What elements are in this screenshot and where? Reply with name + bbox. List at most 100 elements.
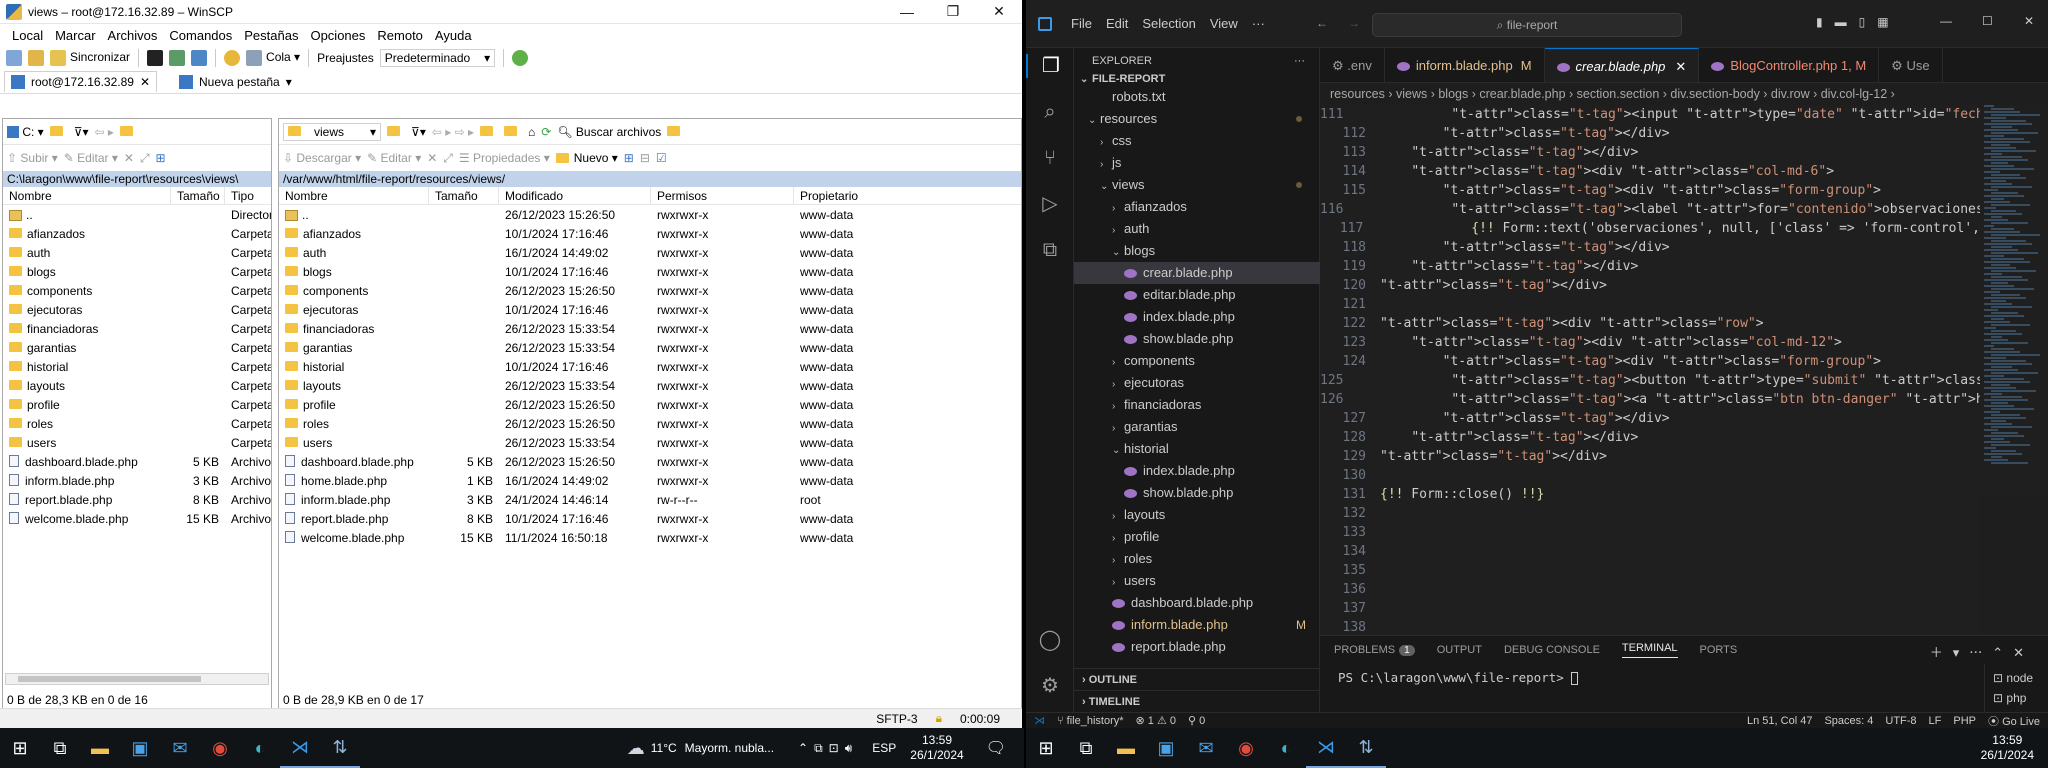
settings-gear-icon[interactable] [224, 50, 241, 66]
collapse-icon[interactable]: ⊟ [640, 151, 650, 165]
col-size[interactable]: Tamaño [171, 186, 225, 205]
table-row[interactable]: ejecutoras 10/1/2024 17:16:46 rwxrwxr-x www… [279, 300, 1021, 319]
winscp-taskbar-icon[interactable]: ⇅ [320, 728, 360, 768]
table-row[interactable]: layouts 26/12/2023 15:33:54 rwxrwxr-x www-d… [279, 376, 1021, 395]
table-row[interactable]: garantias Carpeta [3, 338, 271, 357]
account-icon[interactable]: ◯ [1038, 628, 1062, 652]
back-icon[interactable]: ⇦ ▸ [95, 125, 114, 139]
clock[interactable]: 13:59 26/1/2024 [910, 733, 963, 763]
home-icon[interactable]: ⌂ [528, 125, 535, 139]
remote-indicator-icon[interactable]: ⋊ [1034, 714, 1045, 727]
table-row[interactable]: users 26/12/2023 15:33:54 rwxrwxr-x www-dat… [279, 433, 1021, 452]
table-row[interactable]: blogs 10/1/2024 17:16:46 rwxrwxr-x www-data [279, 262, 1021, 281]
menu-item[interactable]: Opciones [304, 28, 371, 43]
tree-file[interactable]: index.blade.php [1074, 460, 1320, 482]
tree-file[interactable]: dashboard.blade.php [1074, 592, 1320, 614]
tree-folder[interactable]: robots.txt [1074, 86, 1320, 108]
table-row[interactable]: auth 16/1/2024 14:49:02 rwxrwxr-x www-data [279, 243, 1021, 262]
terminal[interactable]: PS C:\laragon\www\file-report> [1320, 664, 2048, 685]
download-button[interactable]: ⇩ Descargar ▾ [283, 151, 361, 165]
clock[interactable]: 13:59 26/1/2024 [1981, 733, 2034, 763]
table-row[interactable]: dashboard.blade.php 5 KB 26/12/2023 15:26:… [279, 452, 1021, 471]
table-row[interactable]: report.blade.php 8 KB Archivo [3, 490, 271, 509]
remote-folder-select[interactable]: views ▾ [283, 122, 382, 141]
table-row[interactable]: inform.blade.php 3 KB 24/1/2024 14:46:14 rw… [279, 490, 1021, 509]
remote-edit-button[interactable]: ✎ Editar ▾ [367, 151, 421, 165]
remote-path[interactable]: /var/www/html/file-report/resources/view… [279, 171, 1021, 187]
sync-button[interactable]: Sincronizar [50, 50, 130, 66]
edge-icon[interactable]: ◐ [1266, 728, 1306, 768]
editor-tab[interactable]: ⚙ Use [1879, 48, 1943, 82]
table-row[interactable]: .. Directori [3, 205, 271, 224]
more-actions-icon[interactable]: ··· [1294, 55, 1305, 67]
tree-file[interactable]: inform.blade.php M [1074, 614, 1320, 636]
editor-tab[interactable]: ⚙ .env [1320, 48, 1385, 82]
table-row[interactable]: blogs Carpeta [3, 262, 271, 281]
parent-dir-icon[interactable] [480, 125, 494, 136]
new-icon[interactable]: ⊞ [156, 151, 166, 165]
table-row[interactable]: layouts Carpeta [3, 376, 271, 395]
maximize-button[interactable]: ☐ [1982, 14, 1993, 28]
preset-select[interactable]: Predeterminado ▾ [379, 49, 496, 67]
close-tab-icon[interactable]: ✕ [140, 75, 150, 89]
find-files-button[interactable]: 🔍︎ Buscar archivos [557, 125, 661, 139]
encoding[interactable]: UTF-8 [1885, 715, 1916, 727]
local-path[interactable]: C:\laragon\www\file-report\resources\vie… [3, 171, 271, 187]
tree-folder[interactable]: ⌄ resources [1074, 108, 1320, 130]
table-row[interactable]: profile 26/12/2023 15:26:50 rwxrwxr-x www-d… [279, 395, 1021, 414]
code-editor[interactable]: 111 "t-attr">class="t-tag"><input "t-att… [1320, 105, 1980, 635]
breadcrumb[interactable]: resources › views › blogs › crear.blade.… [1320, 83, 2048, 105]
table-row[interactable]: welcome.blade.php 15 KB 11/1/2024 16:50:18… [279, 528, 1021, 547]
search-icon[interactable]: ⌕ [1038, 100, 1062, 124]
menu-item[interactable]: Archivos [102, 28, 164, 43]
store-icon[interactable]: ▣ [120, 728, 160, 768]
tab-session[interactable]: root@172.16.32.89 ✕ [4, 71, 157, 92]
table-row[interactable]: roles 26/12/2023 15:26:50 rwxrwxr-x www-dat… [279, 414, 1021, 433]
vscode-taskbar-icon[interactable]: ⋊ [1306, 728, 1346, 768]
tree-folder[interactable]: › users [1074, 570, 1320, 592]
table-row[interactable]: financiadoras Carpeta [3, 319, 271, 338]
tree-file[interactable]: show.blade.php [1074, 328, 1320, 350]
refresh-icon[interactable]: ⟳ [541, 125, 551, 139]
table-row[interactable]: .. 26/12/2023 15:26:50 rwxrwxr-x www-data [279, 205, 1021, 224]
chrome-icon[interactable]: ◉ [1226, 728, 1266, 768]
outline-section[interactable]: › OUTLINE [1074, 668, 1320, 690]
table-row[interactable]: inform.blade.php 3 KB Archivo [3, 471, 271, 490]
upload-button[interactable]: ⇧ Subir ▾ [7, 151, 58, 165]
menu-item[interactable]: View [1203, 16, 1245, 31]
menu-item[interactable]: Edit [1099, 16, 1135, 31]
tab-new[interactable]: Nueva pestaña ▾ [173, 72, 298, 92]
source-control-icon[interactable]: ⑂ [1038, 146, 1062, 170]
menu-item[interactable]: Local [6, 28, 49, 43]
indentation[interactable]: Spaces: 4 [1824, 715, 1873, 727]
local-icon[interactable] [6, 50, 22, 66]
tree-folder[interactable]: › js [1074, 152, 1320, 174]
forward-arrow-icon[interactable]: → [1348, 16, 1360, 30]
sync-browse-icon[interactable] [667, 125, 681, 136]
minimap[interactable] [1980, 105, 2048, 495]
table-row[interactable]: auth Carpeta [3, 243, 271, 262]
tree-folder[interactable]: ⌄ historial [1074, 438, 1320, 460]
close-button[interactable]: ✕ [2024, 14, 2034, 28]
local-drive-select[interactable]: C: ▾ [7, 125, 44, 139]
table-row[interactable]: afianzados 10/1/2024 17:16:46 rwxrwxr-x www… [279, 224, 1021, 243]
tree-file[interactable]: report.blade.php [1074, 636, 1320, 658]
table-row[interactable]: historial Carpeta [3, 357, 271, 376]
table-row[interactable]: report.blade.php 8 KB 10/1/2024 17:16:46 rw… [279, 509, 1021, 528]
mail-icon[interactable]: ✉ [160, 728, 200, 768]
panel-tab[interactable]: PORTS [1700, 644, 1738, 656]
settings-gear-icon[interactable]: ⚙ [1038, 674, 1062, 698]
tree-folder[interactable]: › garantias [1074, 416, 1320, 438]
transfer-settings-icon[interactable] [512, 50, 529, 66]
editor-tab[interactable]: crear.blade.php ✕ [1544, 48, 1700, 82]
tree-folder[interactable]: › financiadoras [1074, 394, 1320, 416]
col-permissions[interactable]: Permisos [651, 186, 794, 205]
go-live-button[interactable]: ⦿ Go Live [1988, 713, 2048, 728]
tree-folder[interactable]: › afianzados [1074, 196, 1320, 218]
tree-folder[interactable]: › ejecutoras [1074, 372, 1320, 394]
rename-icon[interactable]: ⤢ [140, 151, 150, 166]
notifications-icon[interactable]: 🗨︎ [986, 740, 1006, 756]
panel-tab[interactable]: TERMINAL [1621, 642, 1678, 658]
vscode-taskbar-icon[interactable]: ⋊ [280, 728, 320, 768]
transfer-icon[interactable] [191, 50, 208, 66]
